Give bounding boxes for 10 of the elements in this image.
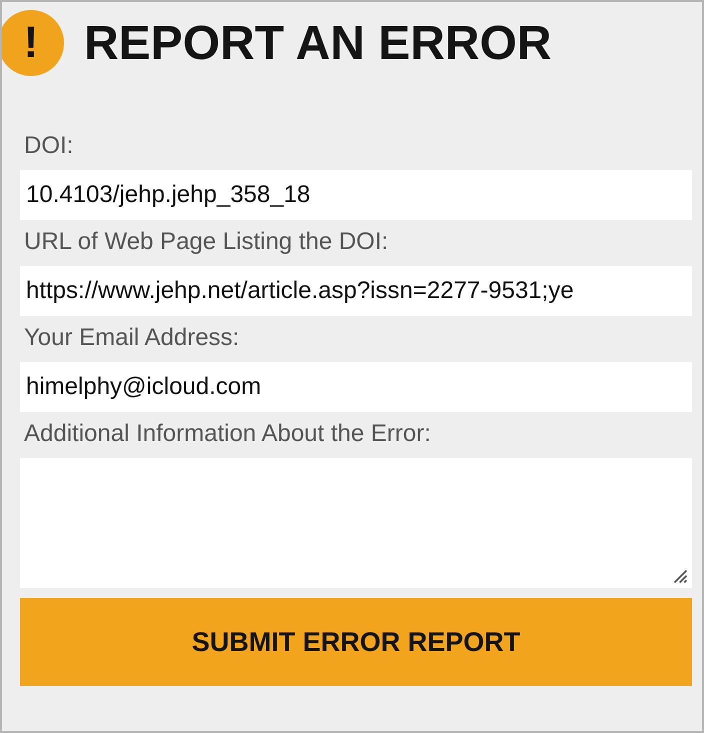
input-field[interactable]: https://www.jehp.net/article.asp?issn=2277-9531;ye (20, 266, 692, 316)
submit-button[interactable]: SUBMIT ERROR REPORT (20, 598, 692, 686)
field-label: Your Email Address: (23, 324, 240, 353)
field-label: DOI: (23, 132, 74, 161)
input-field[interactable]: himelphy@icloud.com (20, 362, 692, 412)
form-title: REPORT AN ERROR (84, 16, 552, 70)
input-field[interactable]: 10.4103/jehp.jehp_358_18 (20, 170, 692, 220)
field-label: URL of Web Page Listing the DOI: (23, 228, 390, 257)
alert-badge: ! (2, 10, 64, 76)
field-label: Additional Information About the Error: (23, 420, 432, 449)
